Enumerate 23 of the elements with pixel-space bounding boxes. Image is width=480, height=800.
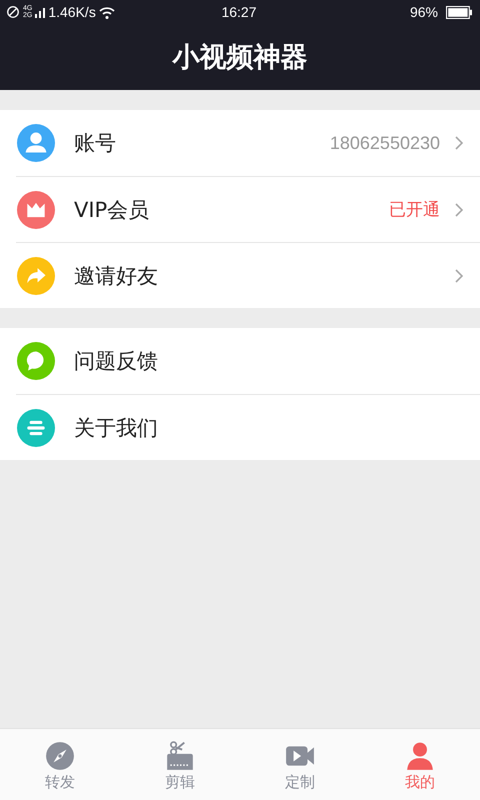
compass-icon — [45, 741, 75, 771]
item-label: 问题反馈 — [74, 348, 159, 375]
item-label: 关于我们 — [74, 414, 159, 442]
item-label: 邀请好友 — [74, 262, 159, 290]
person-icon — [405, 741, 435, 771]
menu-item[interactable]: 关于我们 — [16, 394, 480, 460]
item-label: VIP会员 — [74, 196, 150, 224]
menu-item[interactable]: VIP会员 已开通 — [16, 176, 480, 242]
scissors-board-icon — [165, 741, 195, 771]
battery-icon — [446, 6, 472, 18]
menu-item[interactable]: 账号 18062550230 — [16, 110, 480, 176]
clock: 16:27 — [221, 4, 257, 20]
item-value: 18062550230 — [330, 132, 440, 154]
wifi-icon — [98, 6, 115, 18]
menu-item[interactable]: 邀请好友 — [16, 242, 480, 308]
signal-icon — [35, 6, 46, 18]
battery-percent: 96% — [410, 4, 438, 20]
app-title: 小视频神器 — [172, 41, 308, 75]
menu-item[interactable]: 问题反馈 — [16, 328, 480, 394]
network-speed: 1.46K/s — [48, 4, 96, 20]
item-label: 账号 — [74, 130, 117, 157]
blocked-icon — [6, 5, 20, 19]
item-value: 已开通 — [389, 199, 440, 221]
